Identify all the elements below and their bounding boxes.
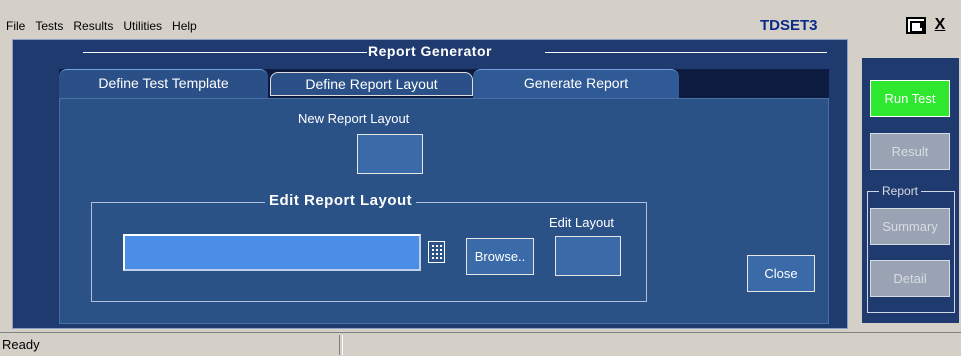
close-button[interactable]: Close (747, 255, 815, 292)
tab-define-report-layout[interactable]: Define Report Layout (270, 72, 473, 96)
tab-strip: Define Test Template Define Report Layou… (59, 69, 829, 98)
summary-button[interactable]: Summary (870, 208, 950, 245)
menu-help[interactable]: Help (168, 16, 201, 36)
menu-results[interactable]: Results (69, 16, 117, 36)
side-panel: Run Test Result Report Summary Detail (862, 58, 959, 323)
tab-define-test-template[interactable]: Define Test Template (59, 69, 268, 98)
close-window-button[interactable]: X (930, 15, 950, 35)
menu-file[interactable]: File (2, 16, 29, 36)
new-report-layout-label: New Report Layout (298, 111, 410, 126)
status-bar: Ready (0, 332, 961, 356)
keypad-icon[interactable] (428, 241, 445, 263)
minimize-window-icon[interactable] (906, 17, 926, 34)
edit-report-layout-group: Edit Report Layout Browse.. Edit Layout (91, 192, 647, 302)
result-button[interactable]: Result (870, 133, 950, 170)
menu-utilities[interactable]: Utilities (119, 16, 166, 36)
status-secondary (342, 335, 960, 355)
main-menu: File Tests Results Utilities Help (0, 16, 201, 36)
edit-layout-button[interactable] (555, 236, 621, 276)
edit-report-layout-title: Edit Report Layout (265, 192, 417, 209)
browse-button[interactable]: Browse.. (466, 238, 534, 275)
tab-generate-report[interactable]: Generate Report (473, 69, 679, 98)
edit-layout-label: Edit Layout (549, 215, 615, 230)
status-text: Ready (0, 335, 340, 355)
report-generator-panel: Report Generator Define Test Template De… (12, 39, 848, 329)
app-name: TDSET3 (760, 17, 818, 34)
tab-content: New Report Layout Edit Report Layout Bro… (59, 98, 829, 324)
layout-path-input[interactable] (123, 234, 421, 271)
new-report-layout-button[interactable] (357, 134, 423, 174)
menu-tests[interactable]: Tests (31, 16, 67, 36)
title-rule-right (545, 52, 827, 53)
panel-title: Report Generator (368, 43, 492, 59)
detail-button[interactable]: Detail (870, 260, 950, 297)
run-test-button[interactable]: Run Test (870, 80, 950, 117)
report-group-title: Report (879, 184, 922, 198)
